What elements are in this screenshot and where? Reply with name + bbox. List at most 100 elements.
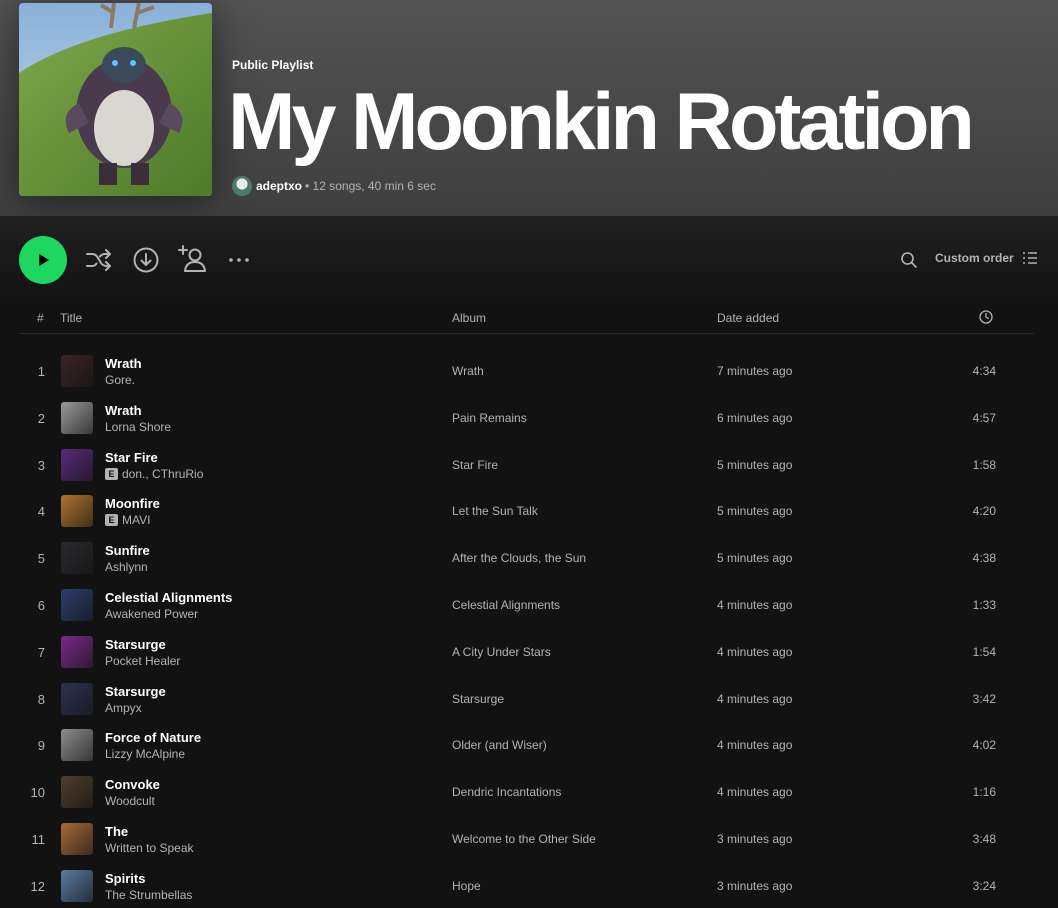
artist-name[interactable]: Ampyx <box>105 701 142 715</box>
track-title[interactable]: Spirits <box>105 871 145 886</box>
track-artist[interactable]: Awakened Power <box>105 607 198 621</box>
track-album[interactable]: After the Clouds, the Sun <box>452 551 586 565</box>
owner-link[interactable]: adeptxo <box>256 179 302 193</box>
column-number: # <box>37 311 44 325</box>
clock-icon <box>979 310 993 324</box>
artist-name[interactable]: Awakened Power <box>105 607 198 621</box>
track-row[interactable]: 8 Starsurge Ampyx Starsurge 4 minutes ago 3:4… <box>19 675 1034 722</box>
album-art-thumbnail[interactable] <box>61 588 93 621</box>
track-row[interactable]: 7 Starsurge Pocket Healer A City Under Star… <box>19 628 1034 675</box>
track-date-added: 3 minutes ago <box>717 878 793 893</box>
track-artist[interactable]: Lorna Shore <box>105 420 171 434</box>
artist-name[interactable]: Written to Speak <box>105 841 194 855</box>
track-album[interactable]: Welcome to the Other Side <box>452 832 596 846</box>
invite-collaborator-button[interactable] <box>178 244 208 274</box>
artist-name[interactable]: Woodcult <box>105 794 155 808</box>
track-row[interactable]: 1 Wrath Gore. Wrath 7 minutes ago 4:34 <box>19 347 1034 394</box>
track-row[interactable]: 10 Convoke Woodcult Dendric Incantations 4 m… <box>19 768 1034 815</box>
track-row[interactable]: 11 The Written to Speak Welcome to the Othe… <box>19 815 1034 862</box>
track-title[interactable]: Star Fire <box>105 450 158 465</box>
artist-name[interactable]: The Strumbellas <box>105 888 192 902</box>
track-date-added: 5 minutes ago <box>717 504 793 519</box>
track-album[interactable]: Hope <box>452 879 481 893</box>
track-album[interactable]: Pain Remains <box>452 411 527 425</box>
track-album[interactable]: Older (and Wiser) <box>452 738 547 752</box>
artist-name[interactable]: Lorna Shore <box>105 420 171 434</box>
artist-name[interactable]: Lizzy McAlpine <box>105 747 185 761</box>
track-artist[interactable]: Woodcult <box>105 794 155 808</box>
artist-name[interactable]: MAVI <box>122 513 150 527</box>
list-icon <box>1022 252 1037 264</box>
album-art-thumbnail[interactable] <box>61 682 93 715</box>
track-title[interactable]: Starsurge <box>105 684 166 699</box>
search-in-playlist-button[interactable] <box>899 250 919 270</box>
track-album[interactable]: A City Under Stars <box>452 645 551 659</box>
track-number: 12 <box>30 878 45 894</box>
track-title[interactable]: Celestial Alignments <box>105 590 232 605</box>
track-title[interactable]: Wrath <box>105 403 142 418</box>
track-album[interactable]: Let the Sun Talk <box>452 504 538 518</box>
column-title[interactable]: Title <box>60 311 82 325</box>
album-art-thumbnail[interactable] <box>61 495 93 528</box>
track-row[interactable]: 12 Spirits The Strumbellas Hope 3 minutes ag… <box>19 862 1034 908</box>
more-options-button[interactable] <box>226 250 252 270</box>
track-artist[interactable]: Edon., CThruRio <box>105 467 203 481</box>
column-date-added[interactable]: Date added <box>717 311 779 325</box>
track-artist[interactable]: Written to Speak <box>105 841 194 855</box>
playlist-cover-image[interactable] <box>19 3 212 196</box>
track-row[interactable]: 4 Moonfire E MAVI Let the Sun Talk 5 minutes … <box>19 487 1034 534</box>
track-artist[interactable]: E MAVI <box>105 513 150 527</box>
track-number: 10 <box>30 785 45 801</box>
track-row[interactable]: 9 Force of Nature Lizzy McAlpine Older (and… <box>19 721 1034 768</box>
playlist-title[interactable]: My Moonkin Rotation <box>228 72 975 172</box>
album-art-thumbnail[interactable] <box>61 448 93 481</box>
track-artist[interactable]: The Strumbellas <box>105 888 192 902</box>
shuffle-button[interactable] <box>84 246 112 274</box>
track-duration: 4:02 <box>972 738 996 753</box>
track-album[interactable]: Dendric Incantations <box>452 785 561 799</box>
track-title[interactable]: Moonfire <box>105 496 160 511</box>
track-title[interactable]: Starsurge <box>105 637 166 652</box>
album-art-thumbnail[interactable] <box>61 776 93 809</box>
track-row[interactable]: 3 Star Fire Edon., CThruRio Star Fire 5 minu… <box>19 441 1034 488</box>
track-title[interactable]: Sunfire <box>105 543 150 558</box>
album-art-thumbnail[interactable] <box>61 542 93 575</box>
track-artist[interactable]: Pocket Healer <box>105 654 180 668</box>
track-title[interactable]: Wrath <box>105 356 142 371</box>
sort-dropdown[interactable]: Custom order <box>935 250 1038 266</box>
artist-name[interactable]: Gore. <box>105 373 135 387</box>
album-art-thumbnail[interactable] <box>61 729 93 762</box>
track-artist[interactable]: Gore. <box>105 373 135 387</box>
track-artist[interactable]: Ampyx <box>105 701 142 715</box>
track-title[interactable]: Force of Nature <box>105 730 201 745</box>
track-artist[interactable]: Lizzy McAlpine <box>105 747 185 761</box>
artist-name[interactable]: Ashlynn <box>105 560 148 574</box>
track-duration: 3:42 <box>972 691 996 706</box>
track-album[interactable]: Wrath <box>452 364 484 378</box>
column-album[interactable]: Album <box>452 311 486 325</box>
album-art-thumbnail[interactable] <box>61 635 93 668</box>
track-number: 11 <box>31 831 46 847</box>
track-album[interactable]: Celestial Alignments <box>452 598 560 612</box>
track-artist[interactable]: Ashlynn <box>105 560 148 574</box>
album-art-thumbnail[interactable] <box>61 355 93 387</box>
track-album[interactable]: Star Fire <box>452 458 498 472</box>
playlist-header: Public Playlist My Moonkin Rotation adep… <box>0 0 1058 216</box>
download-circle-icon <box>133 247 159 273</box>
play-button[interactable] <box>19 236 67 284</box>
album-art-thumbnail[interactable] <box>61 401 93 434</box>
track-row[interactable]: 2 Wrath Lorna Shore Pain Remains 6 minutes a… <box>19 394 1034 441</box>
artist-name[interactable]: don., CThruRio <box>122 467 203 481</box>
track-date-added: 4 minutes ago <box>717 644 793 659</box>
album-art-thumbnail[interactable] <box>61 822 93 855</box>
track-title[interactable]: Convoke <box>105 777 160 792</box>
artist-name[interactable]: Pocket Healer <box>105 654 180 668</box>
track-album[interactable]: Starsurge <box>452 692 504 706</box>
album-art-thumbnail[interactable] <box>61 869 93 902</box>
track-row[interactable]: 5 Sunfire Ashlynn After the Clouds, the Sun… <box>19 534 1034 581</box>
download-button[interactable] <box>132 246 160 274</box>
playlist-meta: adeptxo • 12 songs, 40 min 6 sec <box>232 176 436 196</box>
track-row[interactable]: 6 Celestial Alignments Awakened Power Celes… <box>19 581 1034 628</box>
owner-avatar[interactable] <box>232 176 252 196</box>
track-title[interactable]: The <box>105 824 128 839</box>
